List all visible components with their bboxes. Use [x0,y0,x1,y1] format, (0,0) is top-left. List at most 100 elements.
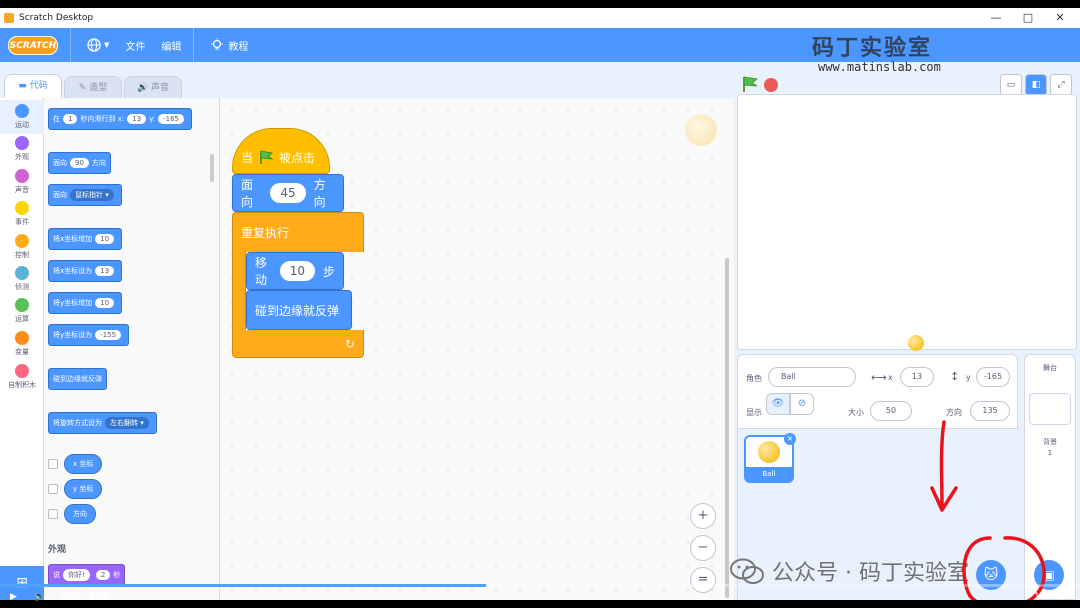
set-y-input[interactable]: -155 [95,330,122,340]
change-x-block[interactable]: 将x坐标增加 10 [48,228,123,250]
green-flag-button[interactable] [742,76,758,92]
code-workspace[interactable]: 当 被点击 面向 45 方向 重复执行 移动 10 步 碰到边缘就反弹 ↻ + … [220,98,734,600]
category-operators[interactable]: 运算 [0,298,44,324]
video-fullscreen-icon[interactable]: ⤢ [1060,592,1067,602]
x-position-checkbox[interactable] [48,459,58,469]
play-icon[interactable]: ▶ [10,592,17,602]
block-text: 将y坐标增加 [53,299,93,307]
point-in-direction-block[interactable]: 面向 90 方向 [48,152,111,174]
x-position-reporter[interactable]: x 坐标 [64,454,103,474]
move-steps-block[interactable]: 移动 10 步 [246,252,344,290]
change-x-input[interactable]: 10 [95,234,115,244]
eye-icon: 👁 [771,398,785,409]
rotation-style-block[interactable]: 将旋转方式设为 左右翻转 ▾ [48,412,157,434]
sprite-name-input[interactable]: Ball [768,367,856,387]
direction-input[interactable]: 90 [70,158,89,168]
sprite-preview [685,114,717,146]
direction-input[interactable]: 45 [270,183,306,203]
y-position-reporter[interactable]: y 坐标 [64,479,103,499]
tab-sounds[interactable]: 🔊 声音 [124,76,182,100]
glide-y-input[interactable]: -165 [158,114,185,124]
glide-block[interactable]: 在 1 秒内滑行到 x: 13 y: -165 [48,108,193,130]
category-dot [15,364,29,378]
point-in-direction-block[interactable]: 面向 45 方向 [232,174,344,212]
block-text: 秒 [113,571,121,579]
sprite-tile-ball[interactable]: Ball × [744,433,796,483]
zoom-in-button[interactable]: + [690,503,716,529]
stage-thumbnail[interactable] [1029,393,1071,425]
video-progress[interactable] [0,584,1080,587]
block-text: 将y坐标设为 [53,331,93,339]
small-stage-button[interactable]: ▭ [1000,74,1022,96]
language-menu[interactable]: ▼ [87,38,109,52]
tab-sounds-label: 声音 [151,83,170,93]
fullscreen-button[interactable]: ⤢ [1050,74,1072,96]
stage-canvas[interactable] [737,94,1077,351]
say-message-input[interactable]: 你好! [63,569,90,581]
hide-sprite-button[interactable]: ⊘ [790,393,814,415]
video-progress-fill [0,584,486,587]
wechat-watermark-text: 公众号 · 码丁实验室 [772,561,969,586]
direction-reporter[interactable]: 方向 [64,504,96,524]
set-x-block[interactable]: 将x坐标设为 13 [48,260,123,282]
direction-checkbox[interactable] [48,509,58,519]
cat-icon: 🐱 [983,567,999,583]
set-y-block[interactable]: 将y坐标设为 -155 [48,324,130,346]
tab-code-label: 代码 [29,81,48,91]
volume-icon[interactable]: 🔈 [34,592,45,602]
say-secs-input[interactable]: 2 [95,570,111,580]
rotation-dropdown[interactable]: 左右翻转 ▾ [105,417,149,429]
fullscreen-icon: ⤢ [1057,80,1065,90]
bounce-block[interactable]: 碰到边缘就反弹 [48,368,107,390]
maximize-button[interactable]: □ [1012,8,1044,28]
window-title: Scratch Desktop [19,13,94,23]
category-sensing[interactable]: 侦测 [0,266,44,292]
tab-code[interactable]: ▬ 代码 [4,74,62,100]
change-y-block[interactable]: 将y坐标增加 10 [48,292,123,314]
steps-input[interactable]: 10 [279,261,315,281]
when-flag-clicked-block[interactable]: 当 被点击 [232,128,330,174]
playback-speed[interactable]: 1x [1034,592,1045,602]
category-sound[interactable]: 声音 [0,169,44,195]
show-sprite-button[interactable]: 👁 [766,393,790,415]
category-variables[interactable]: 变量 [0,331,44,357]
ball-sprite[interactable] [908,335,924,351]
close-button[interactable]: ✕ [1044,8,1076,28]
menu-divider [70,28,71,62]
tab-costumes[interactable]: ✎ 造型 [64,76,122,100]
edit-menu[interactable]: 编辑 [161,38,181,53]
delete-sprite-button[interactable]: × [784,433,796,445]
category-dot [15,266,29,280]
category-looks[interactable]: 外观 [0,136,44,162]
say-for-secs-block[interactable]: 说 你好! 2 秒 [48,564,126,586]
category-my-blocks[interactable]: 自制积木 [0,364,44,390]
forever-block[interactable]: 重复执行 [232,212,364,252]
category-motion[interactable]: 运动 [0,100,44,134]
tutorials-menu[interactable]: 教程 [210,38,248,53]
file-menu[interactable]: 文件 [125,38,145,53]
palette-scrollbar[interactable] [210,154,214,182]
set-x-input[interactable]: 13 [95,266,115,276]
normal-stage-button[interactable]: ◧ [1025,74,1047,96]
glide-secs-input[interactable]: 1 [63,114,78,124]
video-time: 3:40 / 8:06 [60,592,110,602]
change-y-input[interactable]: 10 [95,298,115,308]
minimize-button[interactable]: — [980,8,1012,28]
category-control[interactable]: 控制 [0,234,44,260]
zoom-out-button[interactable]: − [690,535,716,561]
ball-thumbnail [758,441,780,463]
direction-input[interactable]: 135 [970,401,1010,421]
stop-button[interactable] [764,78,778,92]
point-towards-block[interactable]: 面向 鼠标指针 ▾ [48,184,122,206]
category-label: 运动 [15,121,29,129]
category-events[interactable]: 事件 [0,201,44,227]
towards-dropdown[interactable]: 鼠标指针 ▾ [70,189,114,201]
workspace-scrollbar[interactable] [725,258,729,598]
scratch-logo[interactable]: SCRATCH [8,35,58,55]
bounce-block[interactable]: 碰到边缘就反弹 [246,290,352,330]
x-input[interactable]: 13 [900,367,934,387]
y-input[interactable]: -165 [976,367,1010,387]
glide-x-input[interactable]: 13 [127,114,147,124]
y-position-checkbox[interactable] [48,484,58,494]
size-input[interactable]: 50 [870,401,912,421]
